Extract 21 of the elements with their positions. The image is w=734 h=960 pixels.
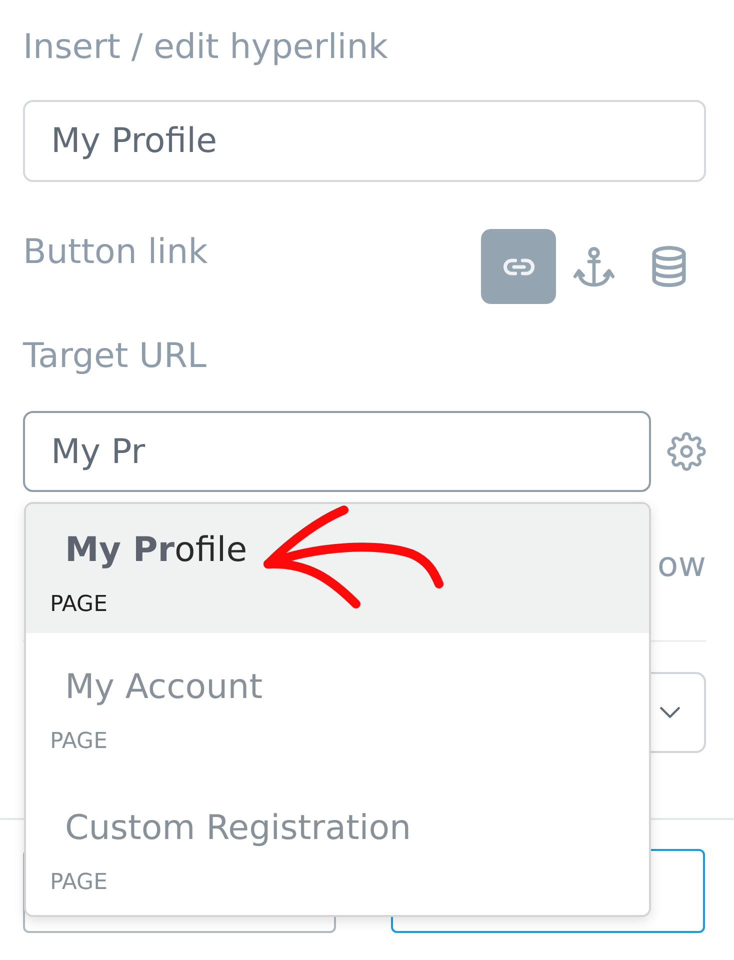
anchor-icon bbox=[572, 246, 614, 286]
suggestion-type: PAGE bbox=[50, 870, 108, 896]
suggestion-item[interactable]: Custom Registration PAGE bbox=[26, 774, 649, 915]
link-type-button[interactable] bbox=[481, 229, 556, 304]
suggestion-title: My Account bbox=[65, 666, 263, 709]
suggestion-item[interactable]: My Profile PAGE bbox=[26, 504, 649, 633]
settings-icon[interactable] bbox=[667, 432, 706, 471]
link-icon bbox=[502, 258, 534, 276]
dialog-title: Insert / edit hyperlink bbox=[23, 26, 389, 69]
suggestion-title: Custom Registration bbox=[65, 807, 412, 850]
suggestion-item[interactable]: My Account PAGE bbox=[26, 633, 649, 774]
suggestion-type: PAGE bbox=[50, 729, 108, 755]
suggestion-type: PAGE bbox=[50, 592, 108, 618]
suggestion-title: My Profile bbox=[65, 529, 248, 572]
option-label: ow bbox=[657, 544, 706, 587]
url-field[interactable]: My Pr bbox=[23, 411, 651, 492]
database-icon bbox=[652, 246, 686, 287]
text-field[interactable]: My Profile bbox=[23, 100, 706, 182]
field-label: Target URL bbox=[23, 335, 208, 378]
field-label: Button link bbox=[23, 231, 208, 274]
chevron-down-icon bbox=[660, 707, 680, 718]
